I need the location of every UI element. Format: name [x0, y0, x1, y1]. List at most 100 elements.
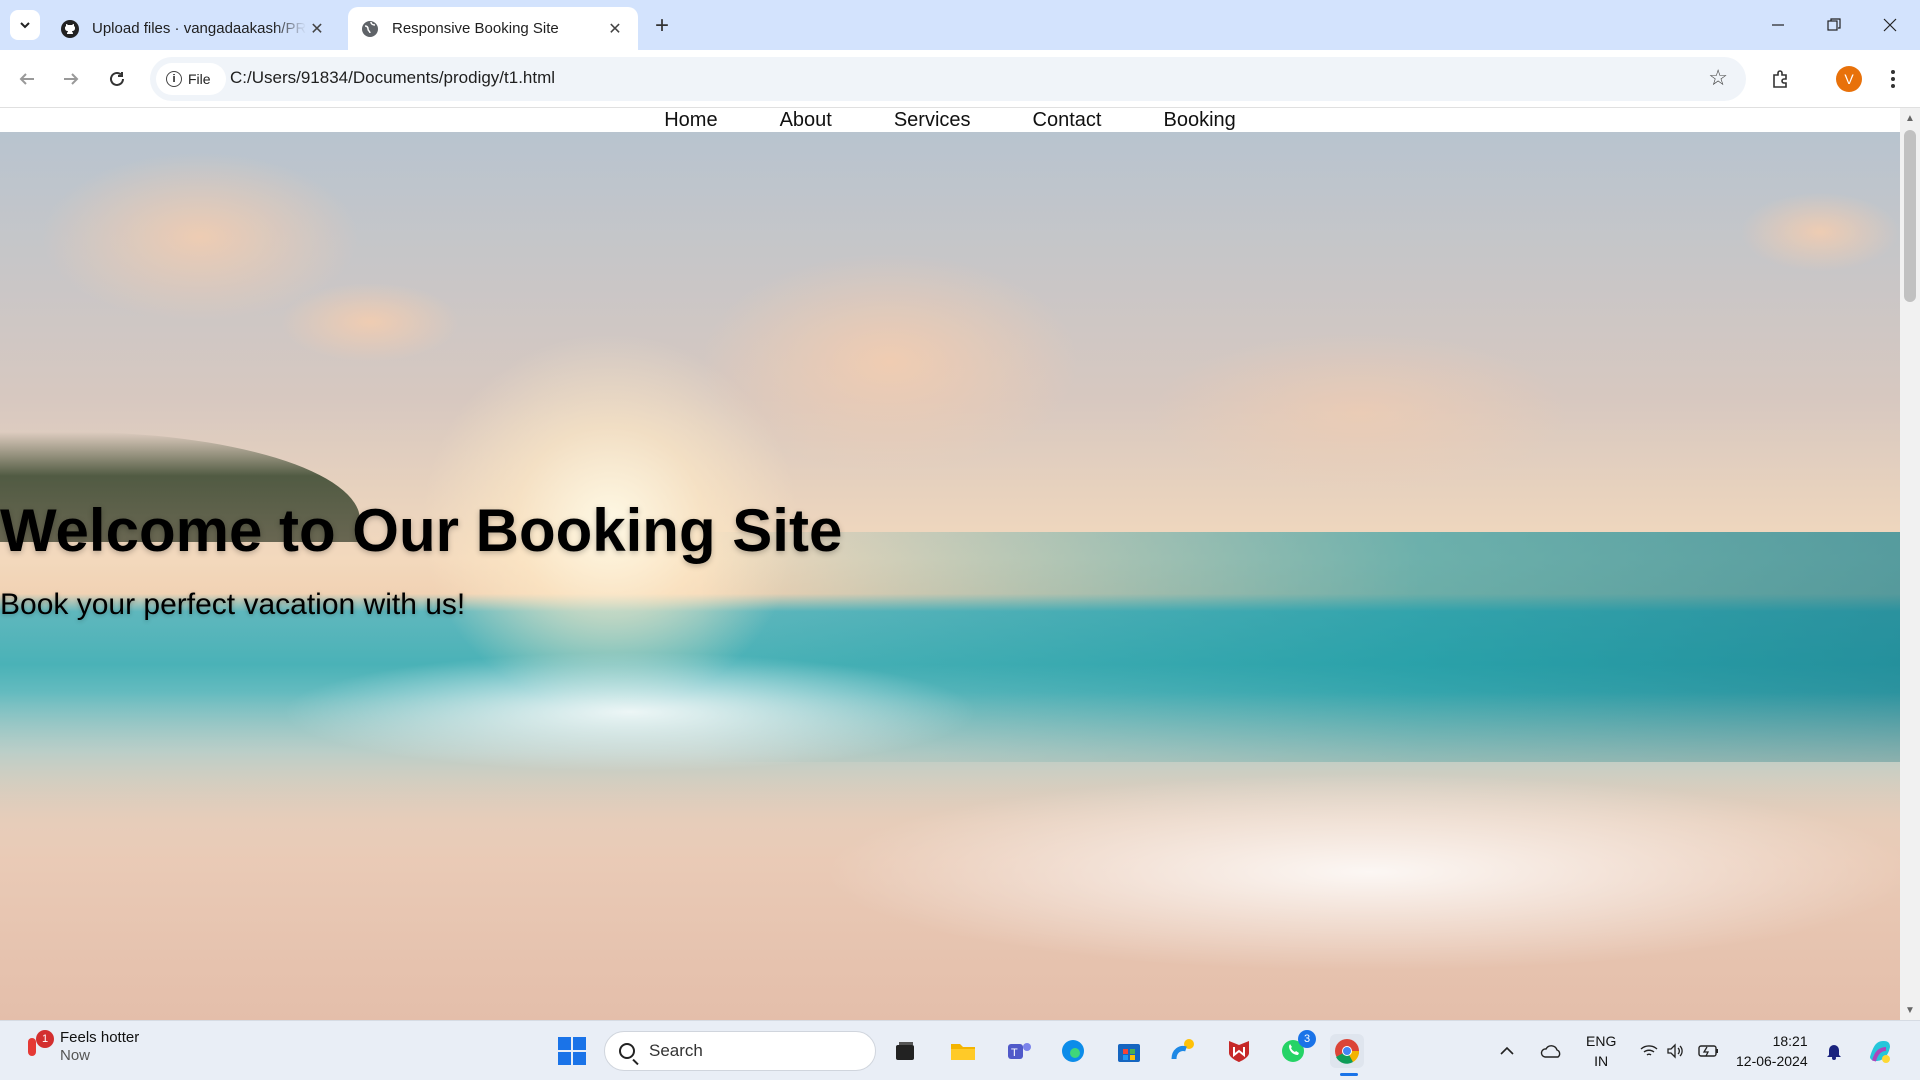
teams-icon: T: [1008, 1043, 1031, 1059]
scroll-down-arrow-icon[interactable]: ▼: [1900, 1000, 1920, 1020]
minimize-icon: [1772, 24, 1784, 26]
tab-search-button[interactable]: [10, 10, 40, 40]
cloud: [1150, 332, 1570, 492]
clock[interactable]: 18:21 12-06-2024: [1736, 1031, 1808, 1071]
weather-widget[interactable]: 1 Feels hotter Now: [24, 1029, 139, 1065]
onedrive-icon[interactable]: [1540, 1021, 1564, 1081]
tab-github[interactable]: Upload files · vangadaakash/PRODIGY ✕: [48, 7, 340, 50]
reload-button[interactable]: [100, 62, 134, 96]
edge-icon: [1062, 1040, 1084, 1062]
start-button[interactable]: [555, 1034, 589, 1068]
chevron-up-icon: [1500, 1046, 1514, 1055]
nav-booking[interactable]: Booking: [1132, 109, 1266, 132]
windows-logo-icon: [558, 1037, 586, 1065]
site-navbar: Home About Services Contact Booking: [0, 108, 1900, 132]
bookmark-star-icon[interactable]: ☆: [1708, 65, 1728, 91]
taskbar-search-label: Search: [649, 1041, 703, 1060]
forward-button[interactable]: [54, 62, 88, 96]
close-tab-icon[interactable]: ✕: [604, 18, 626, 40]
scroll-up-arrow-icon[interactable]: ▲: [1900, 108, 1920, 128]
arrow-right-icon: [64, 73, 79, 85]
search-icon: [619, 1043, 635, 1059]
wave-foam: [280, 652, 980, 772]
github-icon: [60, 19, 80, 39]
language-code: ENG: [1586, 1033, 1617, 1049]
cloud: [700, 252, 1080, 472]
wifi-icon[interactable]: [1640, 1021, 1658, 1081]
volume-icon[interactable]: [1666, 1021, 1686, 1081]
extensions-button[interactable]: [1764, 62, 1798, 96]
folder-icon: [951, 1044, 975, 1060]
weather-subtitle: Now: [60, 1047, 91, 1064]
whatsapp-badge: 3: [1298, 1030, 1316, 1048]
site-info-chip[interactable]: i File: [156, 63, 226, 95]
file-explorer-button[interactable]: [946, 1034, 980, 1068]
cloud: [280, 282, 460, 362]
browser-toolbar: i File C:/Users/91834/Documents/prodigy/…: [0, 50, 1920, 108]
mcafee-button[interactable]: [1222, 1034, 1256, 1068]
weather-app-button[interactable]: [1166, 1034, 1200, 1068]
url-text[interactable]: C:/Users/91834/Documents/prodigy/t1.html: [230, 68, 555, 88]
store-button[interactable]: [1112, 1034, 1146, 1068]
tab-title: Responsive Booking Site: [392, 20, 559, 37]
address-bar[interactable]: i File C:/Users/91834/Documents/prodigy/…: [150, 57, 1746, 101]
chrome-icon: [1335, 1039, 1360, 1064]
chevron-down-icon: [20, 22, 30, 29]
hero-section: Welcome to Our Booking Site Book your pe…: [0, 132, 1900, 1020]
clock-date: 12-06-2024: [1736, 1053, 1808, 1069]
clock-time: 18:21: [1772, 1033, 1808, 1049]
weather-title: Feels hotter: [60, 1029, 140, 1046]
edge-button[interactable]: [1056, 1034, 1090, 1068]
region-code: IN: [1594, 1053, 1609, 1069]
nav-about[interactable]: About: [749, 109, 863, 132]
scrollbar-thumb[interactable]: [1904, 130, 1916, 302]
close-window-button[interactable]: [1862, 0, 1918, 50]
weather-app-icon: [1171, 1039, 1194, 1060]
info-icon: i: [166, 71, 182, 87]
teams-button[interactable]: T: [1002, 1034, 1036, 1068]
copilot-icon[interactable]: [1866, 1021, 1894, 1081]
reload-icon: [110, 71, 124, 86]
minimize-button[interactable]: [1750, 0, 1806, 50]
tab-title: Upload files · vangadaakash/PRODIGY: [92, 20, 306, 37]
nav-contact[interactable]: Contact: [1002, 109, 1133, 132]
restore-icon: [1827, 18, 1841, 31]
profile-avatar[interactable]: V: [1836, 66, 1862, 92]
wave-foam: [820, 772, 1900, 972]
chrome-button[interactable]: [1330, 1034, 1364, 1068]
page-viewport: Home About Services Contact Booking Welc…: [0, 108, 1900, 1020]
svg-text:T: T: [1011, 1047, 1018, 1059]
store-icon: [1118, 1044, 1140, 1062]
mcafee-shield-icon: [1229, 1041, 1249, 1062]
language-indicator[interactable]: ENG IN: [1586, 1031, 1616, 1071]
browser-window: Upload files · vangadaakash/PRODIGY ✕ Re…: [0, 0, 1920, 1080]
new-tab-button[interactable]: +: [648, 12, 676, 40]
thermometer-icon: 1: [24, 1030, 54, 1058]
back-button[interactable]: [10, 62, 44, 96]
task-view-icon: [896, 1042, 914, 1060]
nav-home[interactable]: Home: [633, 109, 748, 132]
notification-bell-icon[interactable]: [1826, 1021, 1842, 1081]
close-icon: [1883, 18, 1897, 32]
show-hidden-icons-button[interactable]: [1500, 1021, 1514, 1081]
taskbar-search[interactable]: Search: [604, 1031, 876, 1071]
site-info-label: File: [188, 71, 211, 87]
restore-button[interactable]: [1806, 0, 1862, 50]
weather-badge: 1: [36, 1030, 54, 1048]
close-tab-icon[interactable]: ✕: [306, 18, 328, 40]
vertical-scrollbar[interactable]: ▲ ▼: [1900, 108, 1920, 1020]
battery-icon[interactable]: [1698, 1021, 1720, 1081]
task-view-button[interactable]: [888, 1034, 922, 1068]
hero-title: Welcome to Our Booking Site: [0, 497, 843, 564]
whatsapp-button[interactable]: 3: [1276, 1030, 1316, 1068]
tab-booking[interactable]: Responsive Booking Site ✕: [348, 7, 638, 50]
nav-services[interactable]: Services: [863, 109, 1002, 132]
active-app-indicator: [1340, 1073, 1358, 1076]
globe-icon: [360, 19, 380, 39]
hero-subtitle: Book your perfect vacation with us!: [0, 588, 466, 621]
menu-button[interactable]: [1876, 62, 1910, 96]
taskbar: 1 Feels hotter Now Search T 3 ENG IN 18:…: [0, 1020, 1920, 1080]
more-vert-icon: [1891, 70, 1895, 88]
tab-strip: Upload files · vangadaakash/PRODIGY ✕ Re…: [0, 0, 1920, 50]
cloud: [1740, 192, 1900, 272]
